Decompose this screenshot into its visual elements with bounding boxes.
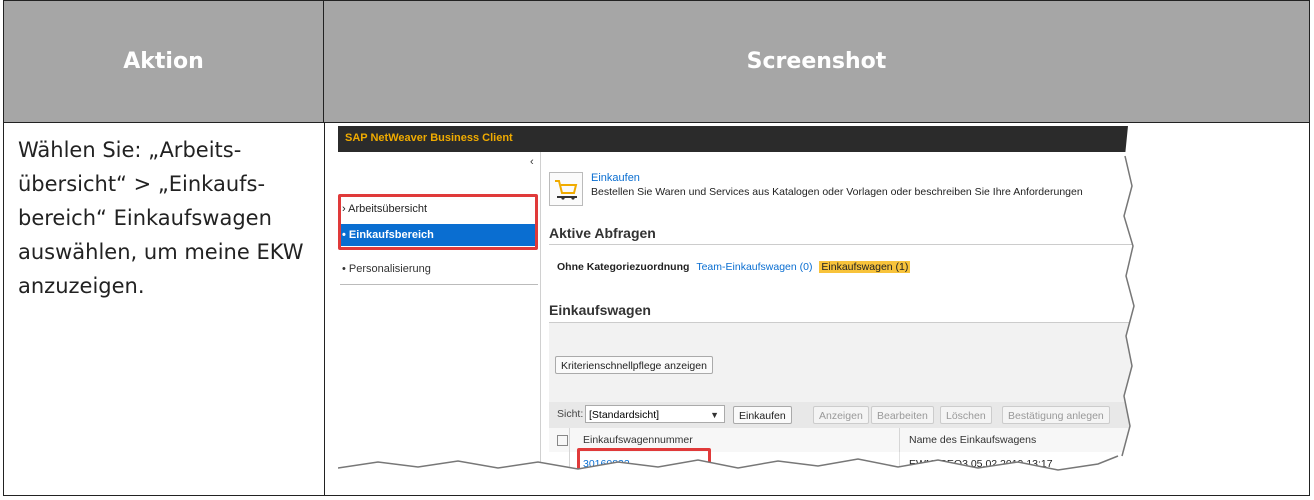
nav-item-personalisierung[interactable]: • Personalisierung: [338, 258, 538, 280]
filter-my-carts[interactable]: Einkaufswagen (1): [819, 261, 911, 273]
shopping-cart-icon: [549, 172, 583, 206]
query-filters: Ohne Kategoriezuordnung Team-Einkaufswag…: [557, 261, 911, 273]
chevron-down-icon: ▼: [710, 410, 719, 420]
loeschen-button[interactable]: Löschen: [940, 406, 992, 424]
shop-description: Bestellen Sie Waren und Services aus Kat…: [591, 186, 1083, 198]
navigation-pane: ‹ › Arbeitsübersicht • Einkaufsbereich •…: [338, 152, 541, 486]
header-aktion: Aktion: [4, 1, 324, 123]
app-title: SAP NetWeaver Business Client: [345, 132, 513, 144]
shop-link[interactable]: Einkaufen: [591, 172, 640, 184]
app-titlebar: SAP NetWeaver Business Client: [338, 126, 1138, 152]
criteria-button[interactable]: Kriterienschnellpflege anzeigen: [555, 356, 713, 374]
column-separator: [899, 452, 900, 476]
nav-divider: [340, 284, 538, 285]
column-divider: [324, 123, 325, 495]
column-separator: [899, 428, 900, 452]
collapse-icon[interactable]: ‹: [530, 156, 534, 168]
action-instruction: Wählen Sie: „Arbeits-übersicht“ > „Einka…: [18, 138, 304, 298]
filter-no-category[interactable]: Ohne Kategoriezuordnung: [557, 261, 689, 273]
anzeigen-button[interactable]: Anzeigen: [813, 406, 869, 424]
header-screenshot: Screenshot: [324, 1, 1309, 123]
highlight-box-nav: [338, 194, 538, 250]
section-divider: [549, 244, 1138, 245]
section-shopping-carts: Einkaufswagen: [549, 302, 651, 318]
table-toolbar: Sicht: [Standardsicht] ▼ Einkaufen Anzei…: [549, 402, 1138, 428]
view-value: [Standardsicht]: [589, 409, 660, 421]
bearbeiten-button[interactable]: Bearbeiten: [871, 406, 934, 424]
highlight-box-cart-number: [577, 448, 711, 484]
bestaetigung-button[interactable]: Bestätigung anlegen: [1002, 406, 1110, 424]
column-header-number[interactable]: Einkaufswagennummer: [583, 434, 693, 446]
section-divider: [549, 322, 1138, 323]
filter-team-carts[interactable]: Team-Einkaufswagen (0): [696, 261, 812, 273]
section-active-queries: Aktive Abfragen: [549, 225, 656, 241]
row-selector-column: [549, 428, 570, 486]
einkaufen-button[interactable]: Einkaufen: [733, 406, 792, 424]
sap-screenshot: SAP NetWeaver Business Client ‹ › Arbeit…: [338, 126, 1138, 486]
view-label: Sicht:: [557, 408, 584, 420]
nav-label: Personalisierung: [348, 263, 431, 275]
column-header-name[interactable]: Name des Einkaufswagens: [909, 434, 1036, 446]
cart-name: EWN_REQ3 05.02.2019 13:17: [909, 458, 1053, 470]
bullet-icon: •: [342, 263, 346, 275]
view-select[interactable]: [Standardsicht] ▼: [585, 405, 725, 423]
main-pane: Einkaufen Bestellen Sie Waren und Servic…: [541, 152, 1138, 486]
